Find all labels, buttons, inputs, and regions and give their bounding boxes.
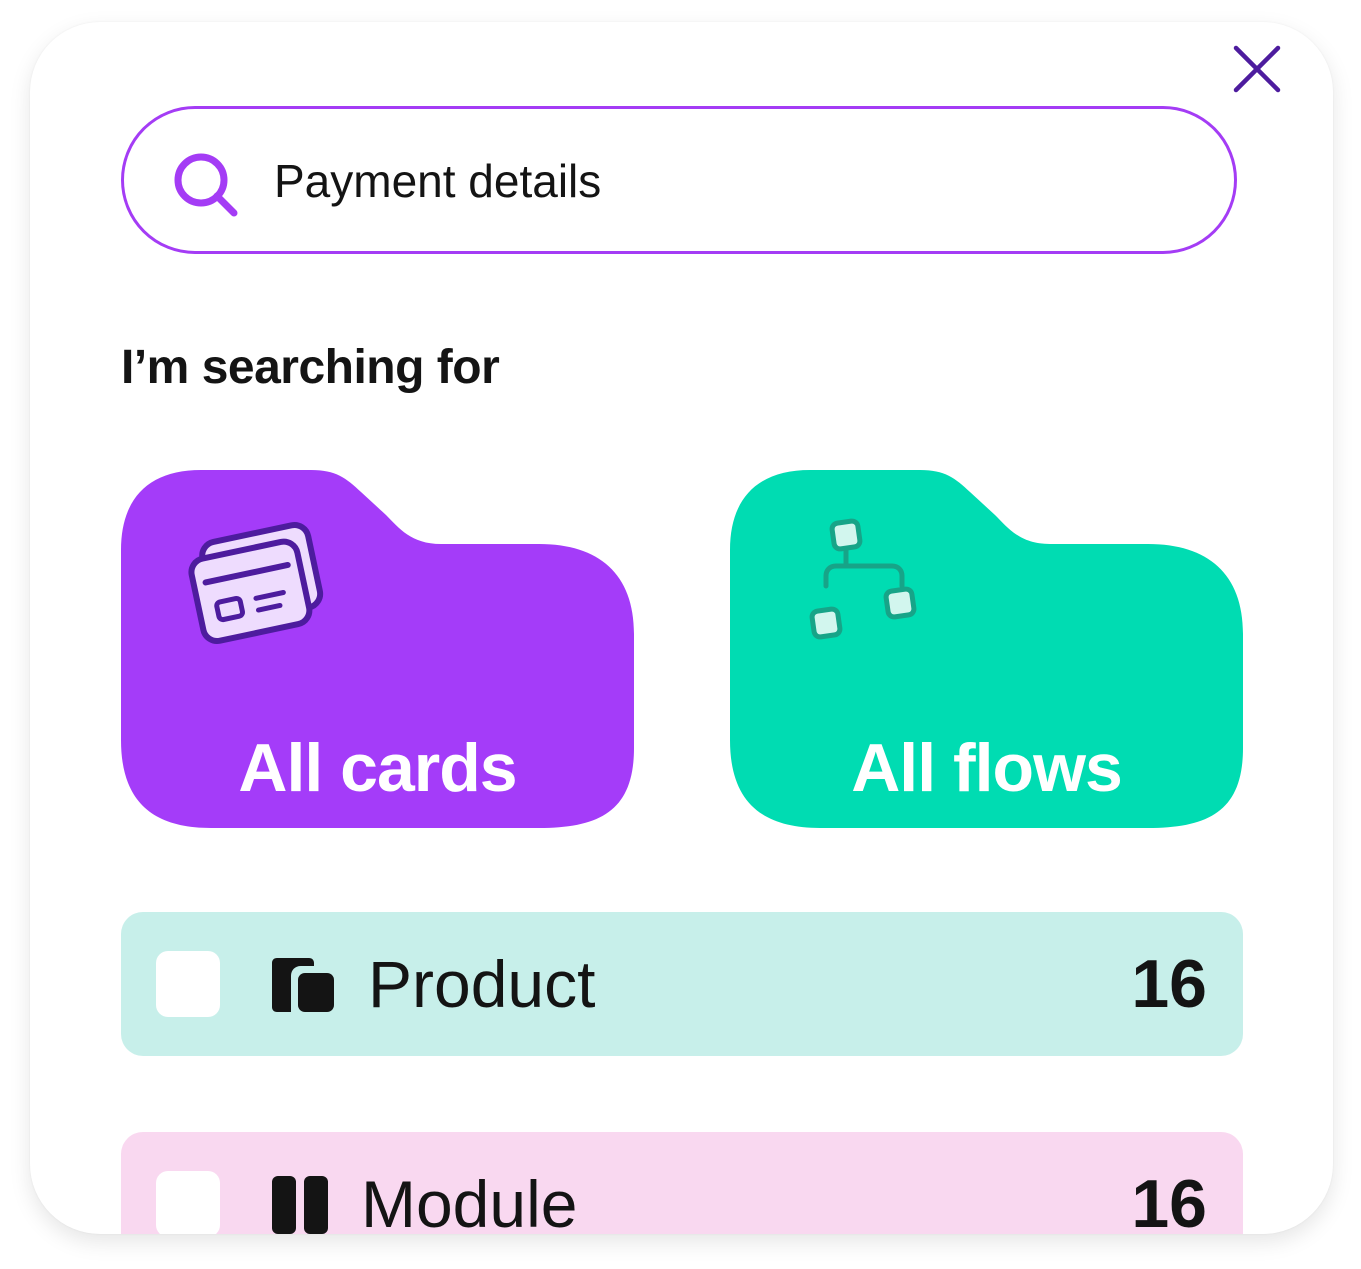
product-checkbox[interactable] (156, 951, 220, 1017)
all-flows-folder[interactable]: All flows (730, 470, 1243, 828)
all-cards-folder[interactable]: All cards (121, 470, 634, 828)
filter-row-module[interactable]: Module 16 (121, 1132, 1243, 1234)
search-icon (174, 153, 238, 217)
filter-label: Product (368, 947, 596, 1021)
search-modal: Payment details I’m searching for All ca… (30, 22, 1333, 1234)
filter-label: Module (361, 1167, 578, 1234)
folder-label: All flows (851, 730, 1123, 806)
filter-count: 16 (1131, 946, 1207, 1022)
search-input[interactable]: Payment details (121, 106, 1237, 254)
folder-label: All cards (238, 730, 517, 806)
credit-card-icon (188, 522, 324, 645)
filter-row-product[interactable]: Product 16 (121, 912, 1243, 1056)
filter-count: 16 (1131, 1166, 1207, 1234)
search-query-text[interactable]: Payment details (274, 153, 601, 209)
close-button[interactable] (1230, 42, 1284, 96)
section-heading: I’m searching for (121, 341, 500, 394)
close-icon (1233, 45, 1281, 93)
module-checkbox[interactable] (156, 1171, 220, 1234)
module-icon (272, 1176, 328, 1234)
flow-diagram-icon (809, 518, 917, 640)
product-icon (272, 958, 334, 1012)
